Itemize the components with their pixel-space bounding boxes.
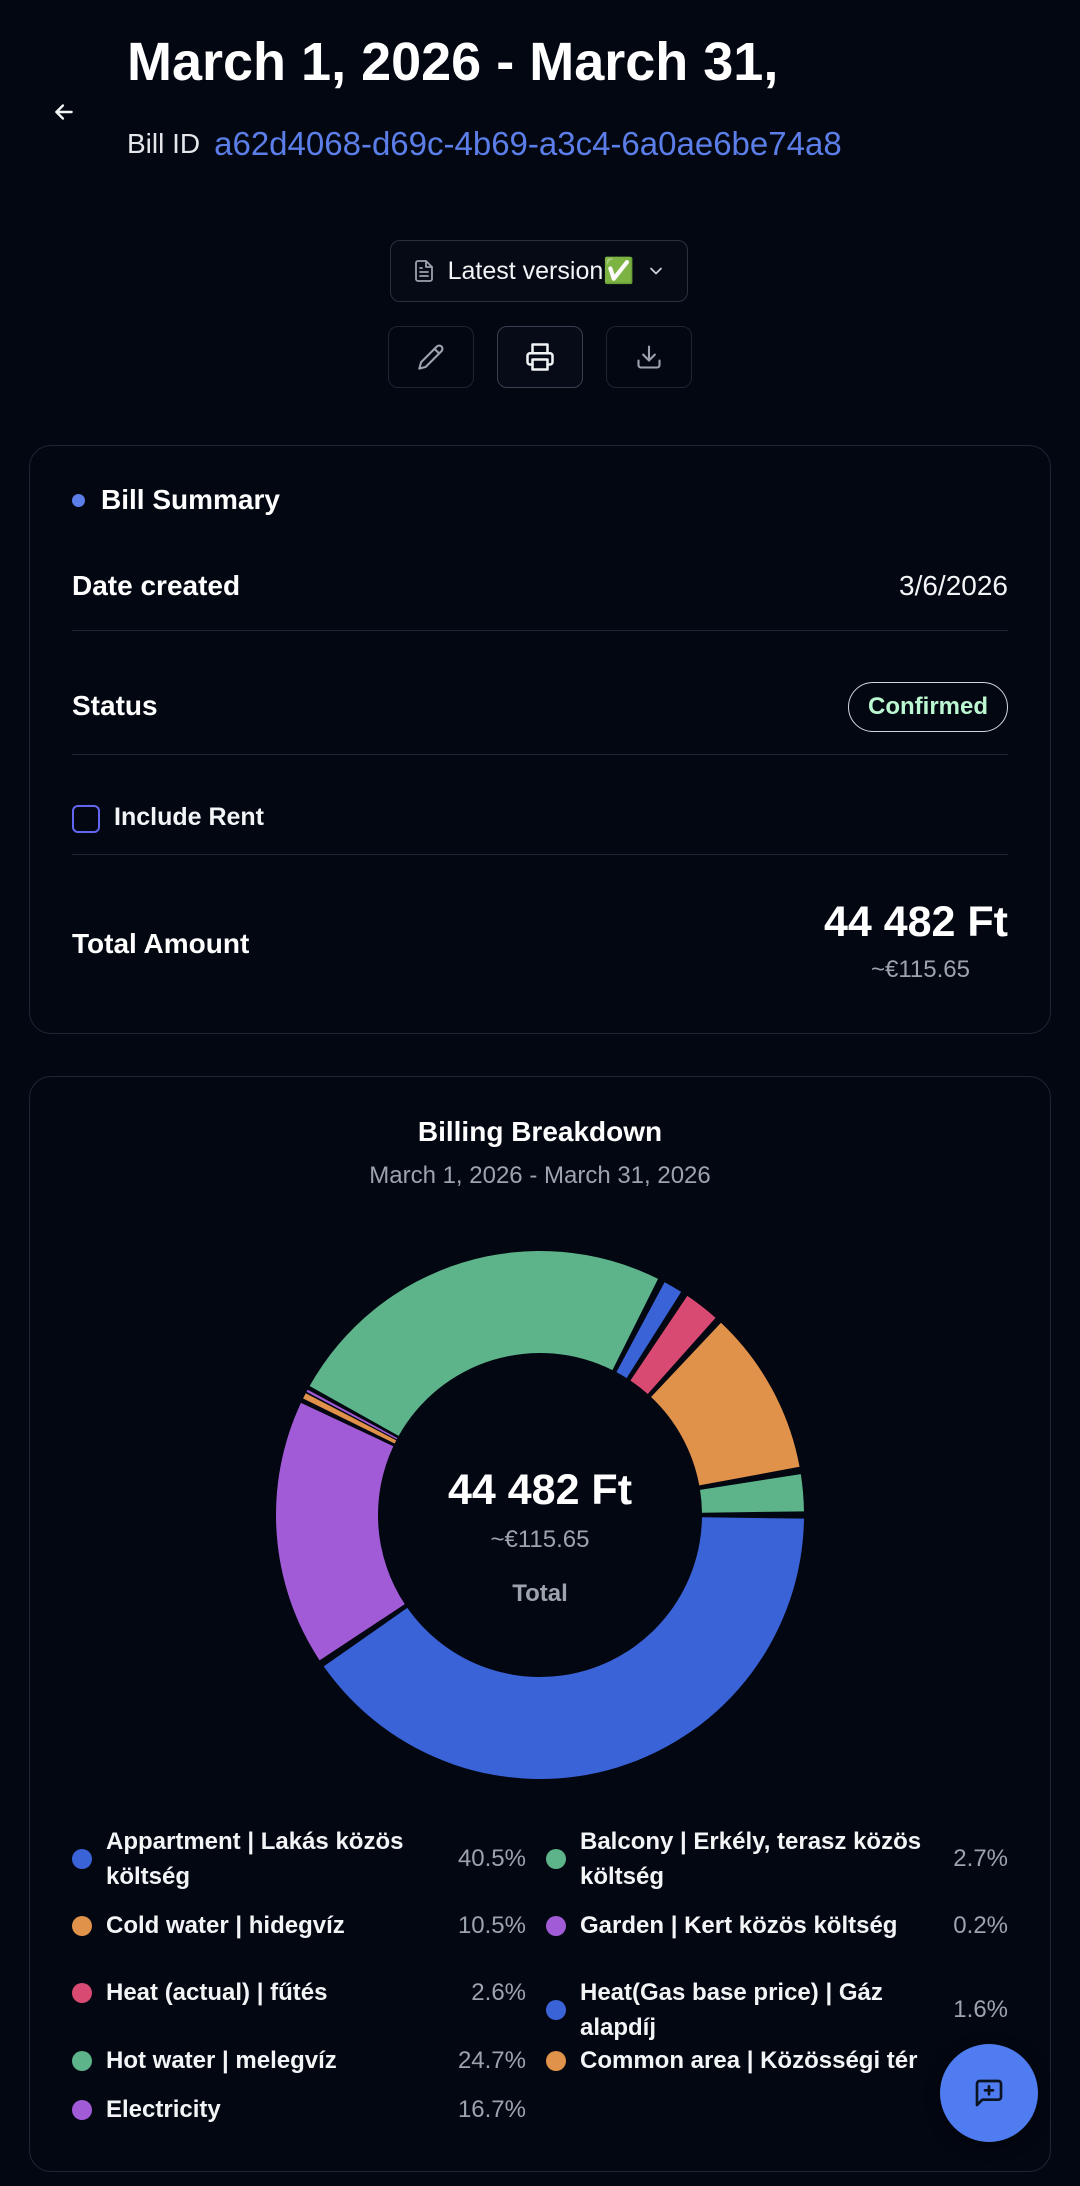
legend-label: Hot water | melegvíz bbox=[106, 2047, 337, 2074]
summary-dot bbox=[72, 493, 85, 507]
download-button[interactable] bbox=[606, 326, 692, 388]
pencil-icon bbox=[418, 344, 444, 370]
legend-percent: 1.6% bbox=[953, 1996, 1008, 2023]
legend-percent: 24.7% bbox=[457, 2046, 526, 2074]
divider bbox=[72, 630, 1008, 631]
legend-item[interactable]: Cold water | hidegvíz 10.5% bbox=[72, 1908, 532, 1943]
document-icon bbox=[414, 260, 433, 282]
legend-item[interactable]: Electricity 16.7% bbox=[72, 2092, 532, 2127]
status-label: Status bbox=[72, 690, 158, 721]
donut-slice[interactable] bbox=[323, 1517, 804, 1779]
legend-label: Common area | Közösségi tér bbox=[580, 2047, 918, 2074]
legend-percent: 40.5% bbox=[457, 1845, 526, 1872]
legend-label: Electricity bbox=[106, 2096, 221, 2123]
download-icon bbox=[637, 345, 661, 369]
legend-percent: 16.7% bbox=[457, 2095, 526, 2123]
legend-percent: 2.6% bbox=[471, 1978, 526, 2006]
legend-swatch bbox=[72, 1849, 92, 1869]
legend-label: Garden | Kert közös költség bbox=[580, 1912, 898, 1939]
donut-chart bbox=[276, 1251, 804, 1779]
legend-swatch bbox=[546, 1915, 566, 1936]
message-plus-icon bbox=[975, 2079, 1003, 2107]
legend-label: Heat (actual) | fűtés bbox=[106, 1979, 328, 2006]
total-amount-value: 44 482 Ft bbox=[823, 898, 1008, 946]
donut-slice[interactable] bbox=[276, 1402, 405, 1661]
version-select-label: Latest version✅ bbox=[447, 256, 635, 285]
back-button[interactable] bbox=[44, 92, 84, 132]
legend-item[interactable]: Heat(Gas base price) | Gáz alapdíj 1.6% bbox=[546, 1975, 1008, 2045]
chevron-down-icon bbox=[650, 267, 663, 275]
legend-swatch bbox=[72, 1915, 92, 1936]
legend-swatch bbox=[72, 2099, 92, 2120]
legend-label: Appartment | Lakás közös költség bbox=[106, 1828, 404, 1890]
print-button[interactable] bbox=[497, 326, 583, 388]
legend-label: Heat(Gas base price) | Gáz alapdíj bbox=[580, 1979, 883, 2041]
donut-center-amount: 44 482 Ft bbox=[447, 1466, 633, 1514]
legend-percent: 0.2% bbox=[953, 1911, 1008, 1939]
donut-center-label: Total bbox=[512, 1580, 568, 1607]
date-created-label: Date created bbox=[72, 570, 241, 601]
legend-item[interactable]: Heat (actual) | fűtés 2.6% bbox=[72, 1975, 532, 2010]
legend-swatch bbox=[546, 2050, 566, 2071]
status-badge: Confirmed bbox=[848, 682, 1008, 732]
bill-id-row: Bill ID a62d4068-d69c-4b69-a3c4-6a0ae6be… bbox=[127, 124, 842, 164]
legend-item[interactable]: Hot water | melegvíz 24.7% bbox=[72, 2043, 532, 2078]
donut-center-eur: ~€115.65 bbox=[490, 1526, 590, 1553]
bill-id-link[interactable]: a62d4068-d69c-4b69-a3c4-6a0ae6be74a8 bbox=[214, 125, 842, 163]
total-amount-eur: ~€115.65 bbox=[871, 956, 970, 983]
feedback-button[interactable] bbox=[940, 2044, 1038, 2142]
chart-subtitle: March 1, 2026 - March 31, 2026 bbox=[369, 1162, 711, 1189]
legend-percent: 2.7% bbox=[953, 1845, 1008, 1872]
divider bbox=[72, 754, 1008, 755]
legend-label: Cold water | hidegvíz bbox=[106, 1912, 345, 1939]
printer-icon bbox=[526, 343, 554, 371]
version-select[interactable]: Latest version✅ bbox=[390, 240, 688, 302]
legend-swatch bbox=[72, 1982, 92, 2003]
arrow-left-icon bbox=[55, 104, 73, 120]
legend-item[interactable]: Common area | Közösségi tér bbox=[546, 2043, 926, 2078]
legend-swatch bbox=[546, 1849, 566, 1869]
legend-percent: 10.5% bbox=[457, 1911, 526, 1939]
legend-item[interactable]: Garden | Kert közös költség 0.2% bbox=[546, 1908, 1008, 1943]
total-amount-label: Total Amount bbox=[72, 928, 250, 959]
legend-swatch bbox=[546, 2000, 566, 2020]
edit-button[interactable] bbox=[388, 326, 474, 388]
include-rent-checkbox[interactable] bbox=[72, 805, 100, 833]
bill-summary-header: Bill Summary bbox=[72, 484, 280, 516]
legend-swatch bbox=[72, 2050, 92, 2071]
legend-label: Balcony | Erkély, terasz közös költség bbox=[580, 1828, 922, 1890]
page-title: March 1, 2026 - March 31, 2026 bbox=[127, 32, 792, 92]
bill-summary-title: Bill Summary bbox=[101, 484, 280, 515]
legend-item[interactable]: Appartment | Lakás közös költség 40.5% bbox=[72, 1824, 532, 1894]
chart-title: Billing Breakdown bbox=[417, 1116, 663, 1147]
legend-item[interactable]: Balcony | Erkély, terasz közös költség 2.… bbox=[546, 1824, 1008, 1894]
date-created-value: 3/6/2026 bbox=[899, 570, 1008, 601]
divider bbox=[72, 854, 1008, 855]
donut-slice[interactable] bbox=[309, 1251, 659, 1436]
include-rent-label[interactable]: Include Rent bbox=[114, 803, 264, 832]
bill-id-label: Bill ID bbox=[127, 128, 201, 159]
